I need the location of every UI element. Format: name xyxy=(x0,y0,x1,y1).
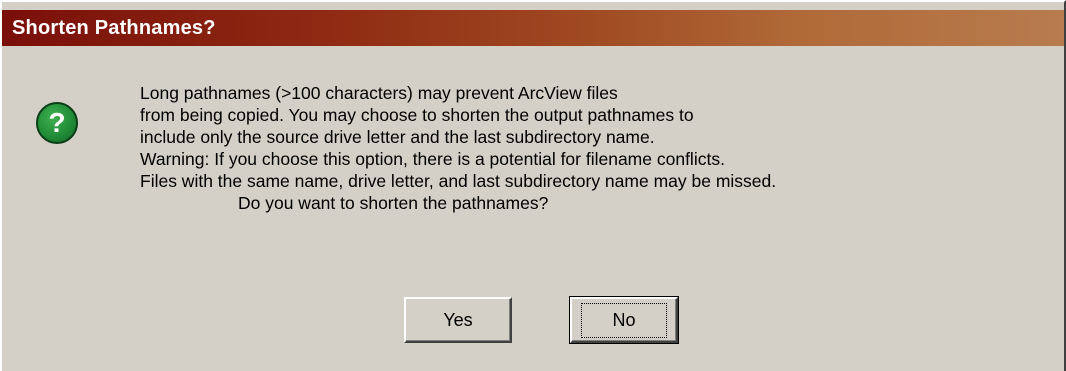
title-bar[interactable]: Shorten Pathnames? xyxy=(2,10,1064,46)
yes-button-label: Yes xyxy=(443,309,473,330)
message-line: Long pathnames (>100 characters) may pre… xyxy=(140,83,618,103)
message-line: Warning: If you choose this option, ther… xyxy=(140,149,725,169)
question-text: Do you want to shorten the pathnames? xyxy=(238,193,549,213)
question-mark-glyph: ? xyxy=(48,106,66,138)
shorten-pathnames-dialog: Shorten Pathnames? ? Long pathnames (>10… xyxy=(0,0,1066,371)
no-button[interactable]: No xyxy=(569,296,679,344)
question-icon: ? xyxy=(36,102,78,144)
yes-button[interactable]: Yes xyxy=(404,297,512,343)
message-line: include only the source drive letter and… xyxy=(140,127,655,147)
message-line: Files with the same name, drive letter, … xyxy=(140,171,777,191)
window-top-edge xyxy=(2,2,1064,10)
message-line: from being copied. You may choose to sho… xyxy=(140,105,694,125)
no-button-label: No xyxy=(581,302,667,338)
dialog-message: Long pathnames (>100 characters) may pre… xyxy=(140,82,1040,214)
dialog-title: Shorten Pathnames? xyxy=(12,16,216,39)
